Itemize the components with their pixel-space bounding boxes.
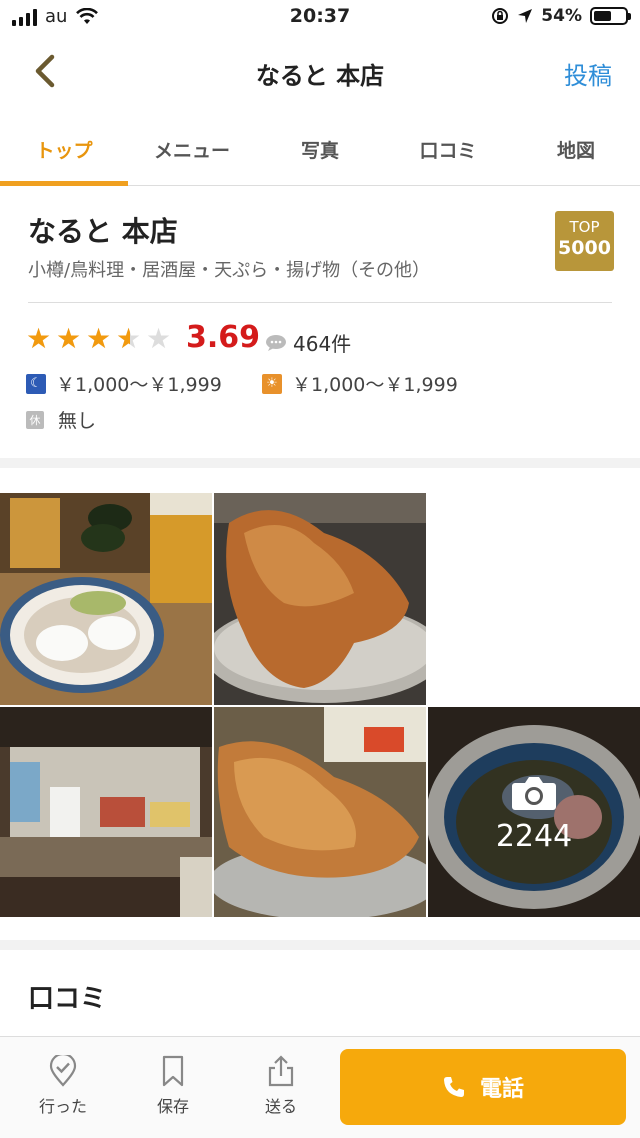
bookmark-icon [162, 1055, 184, 1087]
dinner-price: ☾ ￥1,000～￥1,999 [26, 370, 222, 397]
save-button[interactable]: 保存 [138, 1055, 208, 1117]
review-count-label: 464件 [293, 332, 352, 356]
lunch-price: ☀ ￥1,000～￥1,999 [262, 370, 458, 397]
call-button[interactable]: 電話 [340, 1049, 626, 1125]
rating-stars: ★ ★ ★ ★ ★ ★ ★ ★ ★ [26, 324, 173, 354]
star-icon: ★ ★ [56, 322, 82, 355]
share-label: 送る [264, 1097, 297, 1116]
dinner-price-label: ￥1,000～￥1,999 [56, 374, 222, 396]
check-pin-icon [49, 1055, 77, 1087]
went-label: 行った [38, 1097, 87, 1116]
battery-icon [590, 7, 631, 25]
photo-1[interactable] [0, 493, 212, 705]
restaurant-genre: 小樽/鳥料理・居酒屋・天ぷら・揚げ物（その他） [28, 260, 431, 281]
badge-label-top: TOP [569, 218, 600, 236]
share-button[interactable]: 送る [246, 1055, 316, 1117]
bottom-action-bar: 行った 保存 送る 電話 [0, 1036, 640, 1138]
restaurant-name: なると 本店 [28, 215, 178, 248]
holiday-info: 休 無し [26, 406, 96, 433]
battery-percent: 54% [541, 6, 582, 26]
rotation-lock-icon [492, 8, 509, 24]
save-label: 保存 [156, 1097, 189, 1116]
photo-more[interactable]: 2244 [428, 707, 640, 917]
tab-photos[interactable]: 写真 [256, 118, 384, 185]
restaurant-info: なると 本店 小樽/鳥料理・居酒屋・天ぷら・揚げ物（その他） TOP 5000 … [0, 186, 640, 458]
went-button[interactable]: 行った [28, 1055, 98, 1117]
star-icon: ★ ★ [26, 322, 52, 355]
lunch-price-label: ￥1,000～￥1,999 [292, 374, 458, 396]
tab-map[interactable]: 地図 [512, 118, 640, 185]
post-button[interactable]: 投稿 [564, 56, 612, 91]
star-icon: ★ [146, 322, 172, 355]
review-count[interactable]: 464件 [265, 328, 351, 357]
back-chevron-icon[interactable] [30, 54, 60, 88]
location-arrow-icon [518, 9, 533, 23]
nav-bar: なると 本店 投稿 [0, 40, 640, 104]
share-icon [268, 1055, 294, 1087]
star-icon: ★ ★ [86, 322, 112, 355]
status-bar: au 20:37 54% [0, 0, 640, 36]
photo-count: 2244 [495, 819, 573, 854]
section-separator [0, 940, 640, 950]
reviews-section-title: 口コミ [28, 984, 107, 1014]
tab-reviews[interactable]: 口コミ [384, 118, 512, 185]
star-icon: ★ ★ [116, 322, 142, 355]
speech-bubble-icon [266, 334, 286, 351]
camera-icon [512, 777, 556, 810]
holiday-icon: 休 [26, 410, 44, 429]
divider [28, 302, 612, 303]
call-label: 電話 [479, 1077, 524, 1102]
badge-label-rank: 5000 [558, 237, 611, 259]
photo-2[interactable] [214, 493, 426, 705]
photo-grid: 2244 [0, 493, 640, 917]
photo-4[interactable] [214, 707, 426, 917]
rating-score: 3.69 [186, 320, 261, 355]
holiday-label: 無し [58, 410, 97, 432]
moon-icon: ☾ [26, 373, 46, 394]
tab-top[interactable]: トップ [0, 118, 128, 186]
tab-bar: トップ メニュー 写真 口コミ 地図 [0, 118, 640, 186]
sun-icon: ☀ [262, 373, 282, 394]
top5000-badge: TOP 5000 [555, 211, 614, 271]
tab-menu[interactable]: メニュー [128, 118, 256, 185]
photo-3[interactable] [0, 707, 212, 917]
page-title: なると 本店 [255, 62, 385, 90]
phone-icon [443, 1077, 464, 1097]
section-separator [0, 458, 640, 468]
